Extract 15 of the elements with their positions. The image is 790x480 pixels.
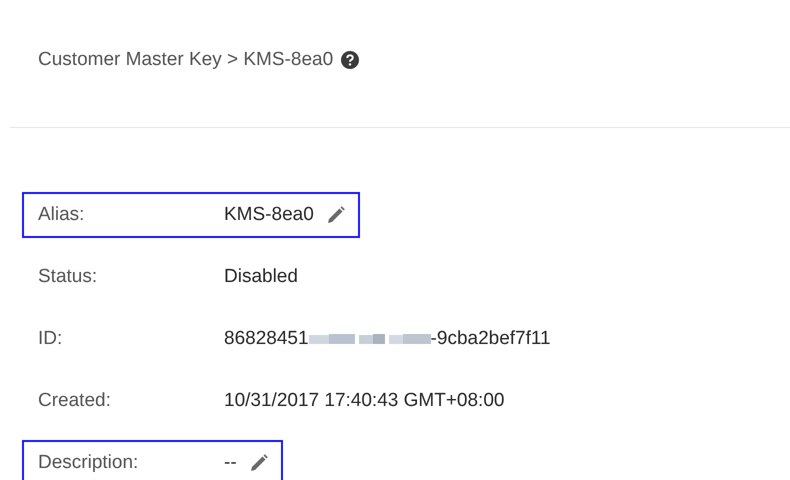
field-label: Alias:	[38, 204, 86, 226]
breadcrumb: Customer Master Key > KMS-8ea0	[38, 49, 334, 71]
field-value: --	[224, 452, 237, 474]
field-value: -9cba2bef7f11	[430, 328, 551, 350]
field-label: Status:	[38, 266, 98, 288]
help-icon[interactable]	[341, 51, 360, 69]
field-value: 10/31/2017 17:40:43 GMT+08:00	[224, 390, 504, 412]
pencil-icon[interactable]	[248, 453, 269, 473]
field-label: Created:	[38, 390, 112, 412]
field-label: ID:	[38, 328, 64, 350]
field-value: KMS-8ea0	[224, 204, 314, 226]
field-value: 86828451	[224, 328, 309, 350]
field-label: Description:	[38, 452, 140, 474]
field-value: Disabled	[224, 266, 298, 288]
pencil-icon[interactable]	[326, 205, 346, 225]
